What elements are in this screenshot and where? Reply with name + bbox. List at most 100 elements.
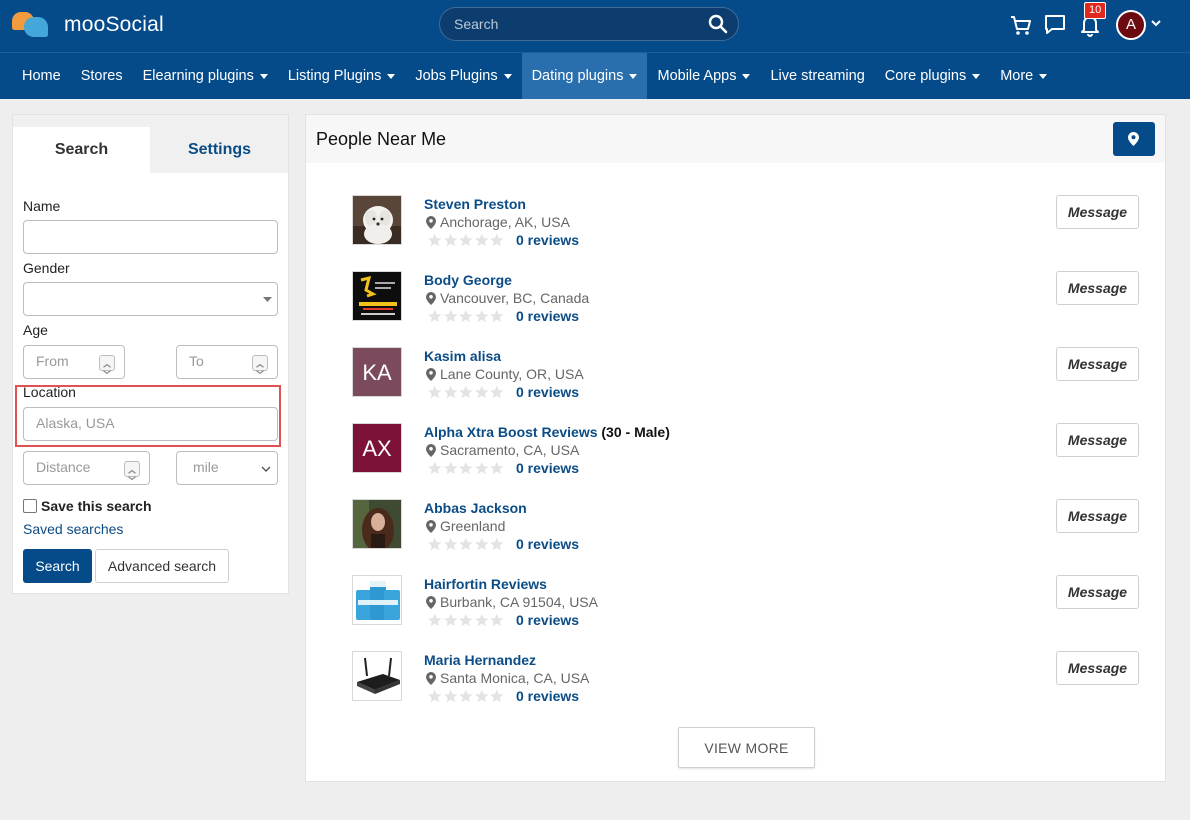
- person-name-link[interactable]: Abbas Jackson: [424, 500, 527, 516]
- star-icon: [459, 689, 473, 703]
- age-from-input[interactable]: From: [23, 345, 125, 379]
- nav-item-live-streaming[interactable]: Live streaming: [760, 53, 874, 99]
- person-name[interactable]: Steven Preston: [424, 196, 526, 212]
- tab-settings[interactable]: Settings: [151, 127, 288, 173]
- advanced-search-button[interactable]: Advanced search: [95, 549, 229, 583]
- person-name-link[interactable]: Alpha Xtra Boost Reviews: [424, 424, 598, 440]
- name-input[interactable]: [23, 220, 278, 254]
- tab-search[interactable]: Search: [13, 127, 150, 173]
- chevron-down-icon: [261, 466, 271, 472]
- person-name[interactable]: Maria Hernandez: [424, 652, 536, 668]
- stepper-icon[interactable]: [252, 355, 268, 375]
- person-name-link[interactable]: Maria Hernandez: [424, 652, 536, 668]
- chat-icon[interactable]: [1042, 12, 1068, 38]
- gender-select[interactable]: [23, 282, 278, 316]
- message-button[interactable]: Message: [1056, 271, 1139, 305]
- search-icon[interactable]: [708, 14, 728, 34]
- avatar[interactable]: [352, 195, 402, 245]
- avatar-initials: AX: [353, 424, 401, 472]
- reviews-link[interactable]: 0 reviews: [516, 612, 579, 628]
- list-item: Maria Hernandez Santa Monica, CA, USA 0 re…: [306, 651, 1165, 727]
- person-name[interactable]: Hairfortin Reviews: [424, 576, 547, 592]
- star-icon: [428, 233, 442, 247]
- location-button[interactable]: [1113, 122, 1155, 156]
- star-icon: [459, 537, 473, 551]
- person-name[interactable]: Kasim alisa: [424, 348, 501, 364]
- search-button[interactable]: Search: [23, 549, 92, 583]
- nav-item-listing-plugins[interactable]: Listing Plugins: [278, 53, 406, 99]
- avatar[interactable]: [352, 651, 402, 701]
- person-location-text: Vancouver, BC, Canada: [440, 290, 590, 306]
- rating-stars: [427, 233, 505, 247]
- star-icon: [490, 233, 504, 247]
- age-from-placeholder: From: [36, 353, 69, 369]
- distance-input[interactable]: Distance: [23, 451, 150, 485]
- avatar[interactable]: KA: [352, 347, 402, 397]
- nav-item-dating-plugins[interactable]: Dating plugins: [521, 53, 648, 99]
- reviews-link[interactable]: 0 reviews: [516, 232, 579, 248]
- nav-item-more[interactable]: More: [990, 53, 1057, 99]
- unit-select[interactable]: mile: [176, 451, 278, 485]
- star-icon: [490, 461, 504, 475]
- nav-item-stores[interactable]: Stores: [71, 53, 133, 99]
- map-pin-icon: [1128, 132, 1139, 146]
- nav-item-label: Jobs Plugins: [415, 68, 498, 84]
- star-icon: [474, 309, 488, 323]
- star-icon: [474, 689, 488, 703]
- nav-item-home[interactable]: Home: [12, 53, 71, 99]
- message-button[interactable]: Message: [1056, 423, 1139, 457]
- avatar[interactable]: [352, 575, 402, 625]
- people-panel: People Near Me Steven Preston Anchorage, …: [305, 114, 1166, 782]
- star-icon: [459, 233, 473, 247]
- save-search-checkbox[interactable]: [23, 499, 37, 513]
- avatar[interactable]: [352, 271, 402, 321]
- reviews-link[interactable]: 0 reviews: [516, 536, 579, 552]
- avatar[interactable]: [352, 499, 402, 549]
- nav-item-label: More: [1000, 68, 1034, 84]
- list-item: Steven Preston Anchorage, AK, USA 0 review…: [306, 195, 1165, 271]
- person-name-link[interactable]: Body George: [424, 272, 512, 288]
- avatar[interactable]: AX: [352, 423, 402, 473]
- chevron-down-icon[interactable]: [1150, 18, 1162, 28]
- reviews-link[interactable]: 0 reviews: [516, 688, 579, 704]
- caret-down-icon: [387, 74, 396, 79]
- star-icon: [443, 309, 457, 323]
- nav-item-elearning-plugins[interactable]: Elearning plugins: [133, 53, 278, 99]
- view-more-button[interactable]: VIEW MORE: [678, 727, 815, 768]
- rating-stars: [427, 537, 505, 551]
- nav-item-jobs-plugins[interactable]: Jobs Plugins: [405, 53, 521, 99]
- person-name[interactable]: Alpha Xtra Boost Reviews (30 - Male): [424, 424, 670, 440]
- nav-item-core-plugins[interactable]: Core plugins: [875, 53, 990, 99]
- rating-stars: [427, 613, 505, 627]
- person-name[interactable]: Body George: [424, 272, 512, 288]
- nav-item-mobile-apps[interactable]: Mobile Apps: [647, 53, 760, 99]
- stepper-icon[interactable]: [124, 461, 140, 481]
- saved-searches-link[interactable]: Saved searches: [23, 521, 123, 537]
- stepper-icon[interactable]: [99, 355, 115, 375]
- caret-down-icon: [503, 74, 512, 79]
- message-button[interactable]: Message: [1056, 195, 1139, 229]
- message-button[interactable]: Message: [1056, 575, 1139, 609]
- message-button[interactable]: Message: [1056, 347, 1139, 381]
- rating-stars: [427, 461, 505, 475]
- reviews-link[interactable]: 0 reviews: [516, 308, 579, 324]
- age-to-input[interactable]: To: [176, 345, 278, 379]
- user-avatar[interactable]: A: [1116, 10, 1146, 40]
- global-search: [439, 7, 739, 41]
- cart-icon[interactable]: [1008, 12, 1034, 38]
- logo[interactable]: mooSocial: [12, 10, 164, 40]
- person-name-link[interactable]: Hairfortin Reviews: [424, 576, 547, 592]
- reviews-link[interactable]: 0 reviews: [516, 460, 579, 476]
- person-name[interactable]: Abbas Jackson: [424, 500, 527, 516]
- message-button[interactable]: Message: [1056, 651, 1139, 685]
- global-search-input[interactable]: [454, 8, 704, 40]
- message-button[interactable]: Message: [1056, 499, 1139, 533]
- person-name-link[interactable]: Steven Preston: [424, 196, 526, 212]
- nav-item-label: Stores: [80, 68, 123, 84]
- person-name-link[interactable]: Kasim alisa: [424, 348, 501, 364]
- caret-down-icon: [629, 74, 638, 79]
- person-location-text: Santa Monica, CA, USA: [440, 670, 590, 686]
- star-icon: [459, 309, 473, 323]
- nav-item-label: Dating plugins: [531, 68, 624, 84]
- reviews-link[interactable]: 0 reviews: [516, 384, 579, 400]
